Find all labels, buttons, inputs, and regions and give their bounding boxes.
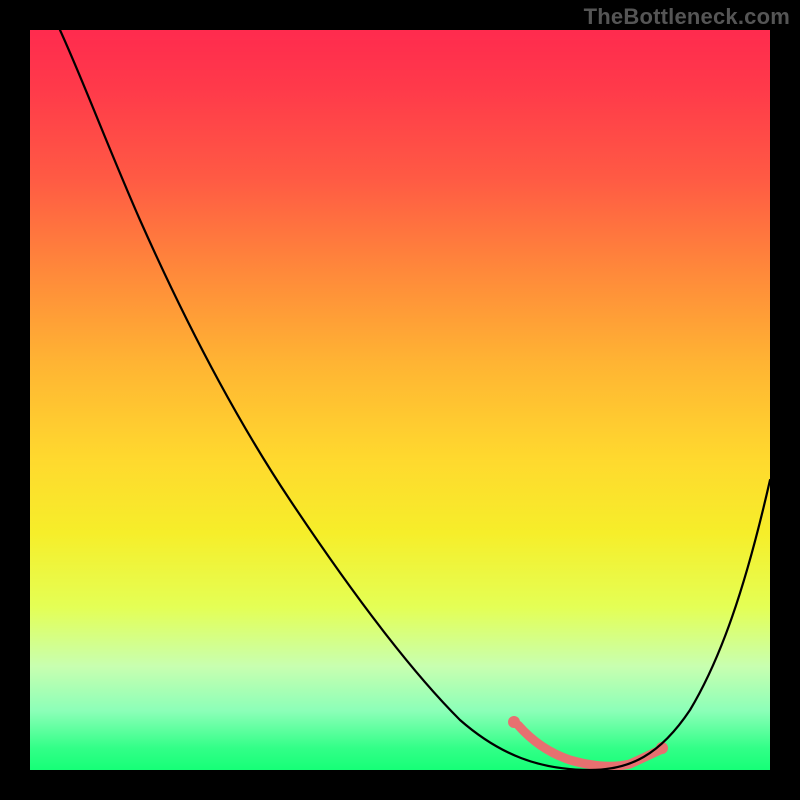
optimal-range-start-dot — [508, 716, 520, 728]
watermark-text: TheBottleneck.com — [584, 4, 790, 30]
chart-frame: TheBottleneck.com — [0, 0, 800, 800]
bottleneck-curve-svg — [30, 30, 770, 770]
bottleneck-curve-line — [60, 30, 770, 770]
plot-area — [30, 30, 770, 770]
